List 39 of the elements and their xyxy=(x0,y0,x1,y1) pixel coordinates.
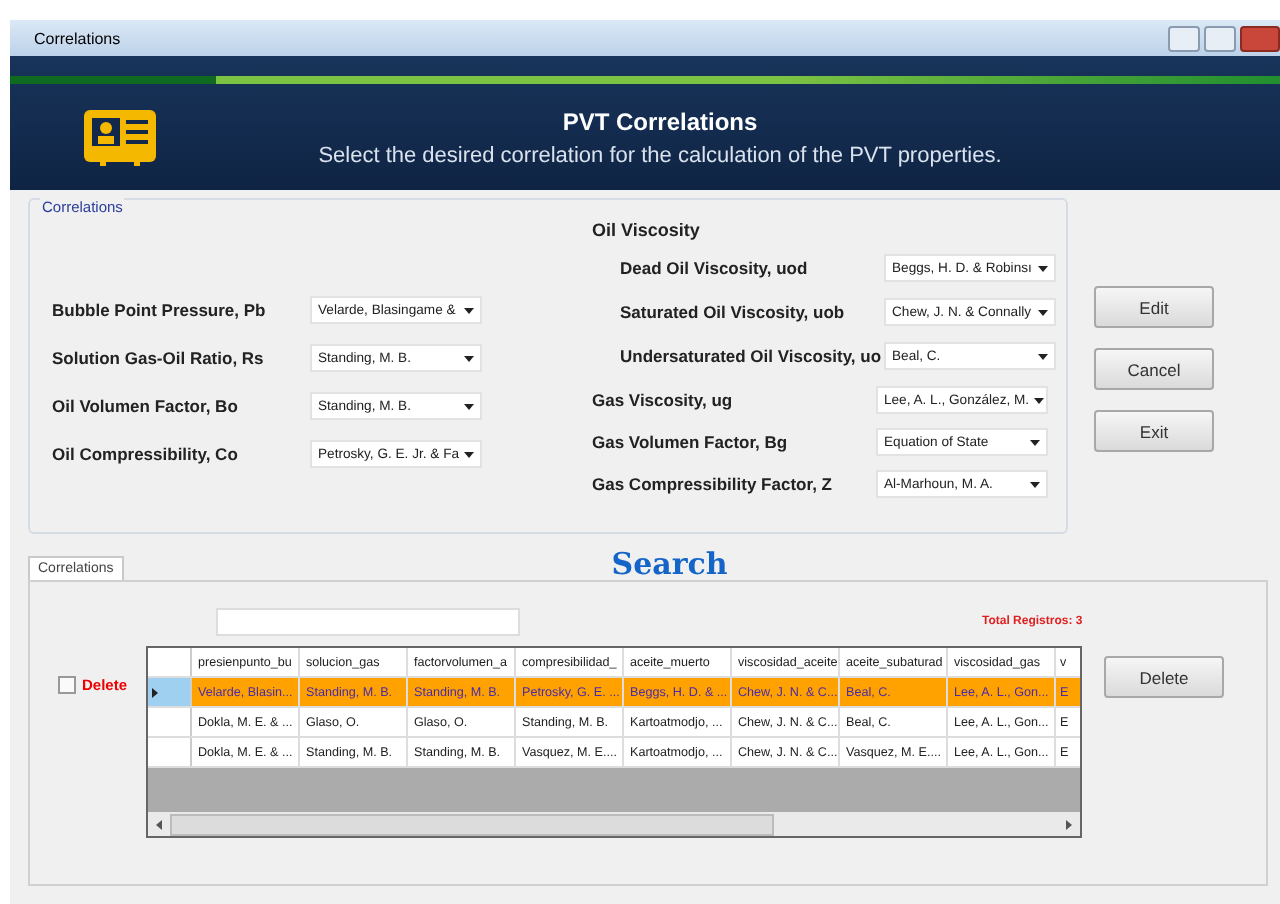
field-label: Gas Viscosity, ug xyxy=(592,390,735,410)
action-button[interactable]: Exit xyxy=(1094,410,1214,452)
field-label: Undersaturated Oil Viscosity, uo xyxy=(618,346,880,366)
action-button[interactable]: Cancel xyxy=(1094,348,1214,390)
section-title: Oil Viscosity xyxy=(592,220,702,240)
caret-icon xyxy=(464,355,474,361)
field-label: Gas Volumen Factor, Bg xyxy=(592,432,790,452)
field-label: Oil Compressibility, Co xyxy=(52,444,240,464)
delete-button[interactable]: Delete xyxy=(1104,656,1224,698)
action-button[interactable]: Edit xyxy=(1094,286,1214,328)
header-subtitle: Select the desired correlation for the calculation of the PVT properties. xyxy=(316,143,1004,167)
window-title: Correlations xyxy=(34,29,121,47)
caret-icon xyxy=(464,451,474,457)
caret-icon xyxy=(1030,481,1040,487)
id-card-icon xyxy=(84,109,156,165)
delete-checkbox[interactable] xyxy=(58,676,76,694)
caret-icon xyxy=(1038,353,1048,359)
caret-icon xyxy=(1038,309,1048,315)
field-label: Bubble Point Pressure, Pb xyxy=(52,300,268,320)
maximize-button[interactable] xyxy=(1204,25,1236,51)
caret-icon xyxy=(1033,397,1044,403)
field-label: Saturated Oil Viscosity, uob xyxy=(618,302,847,322)
row-pointer-icon xyxy=(152,687,158,697)
scroll-left-icon[interactable] xyxy=(156,819,162,829)
search-title: Search xyxy=(611,550,728,580)
field-label: Oil Volumen Factor, Bo xyxy=(52,396,240,416)
header-title: PVT Correlations xyxy=(560,107,760,135)
caret-icon xyxy=(1030,439,1040,445)
minimize-button[interactable] xyxy=(1168,25,1200,51)
caret-icon xyxy=(464,307,474,313)
caret-icon xyxy=(464,403,474,409)
close-button[interactable] xyxy=(1240,25,1280,51)
caret-icon xyxy=(1038,265,1048,271)
field-label: Dead Oil Viscosity, uod xyxy=(618,258,810,278)
search-field[interactable] xyxy=(216,608,520,636)
horizontal-scrollbar[interactable] xyxy=(148,812,1080,836)
field-label: Solution Gas-Oil Ratio, Rs xyxy=(52,348,266,368)
scroll-right-icon[interactable] xyxy=(1066,819,1072,829)
field-label: Gas Compressibility Factor, Z xyxy=(592,474,834,494)
